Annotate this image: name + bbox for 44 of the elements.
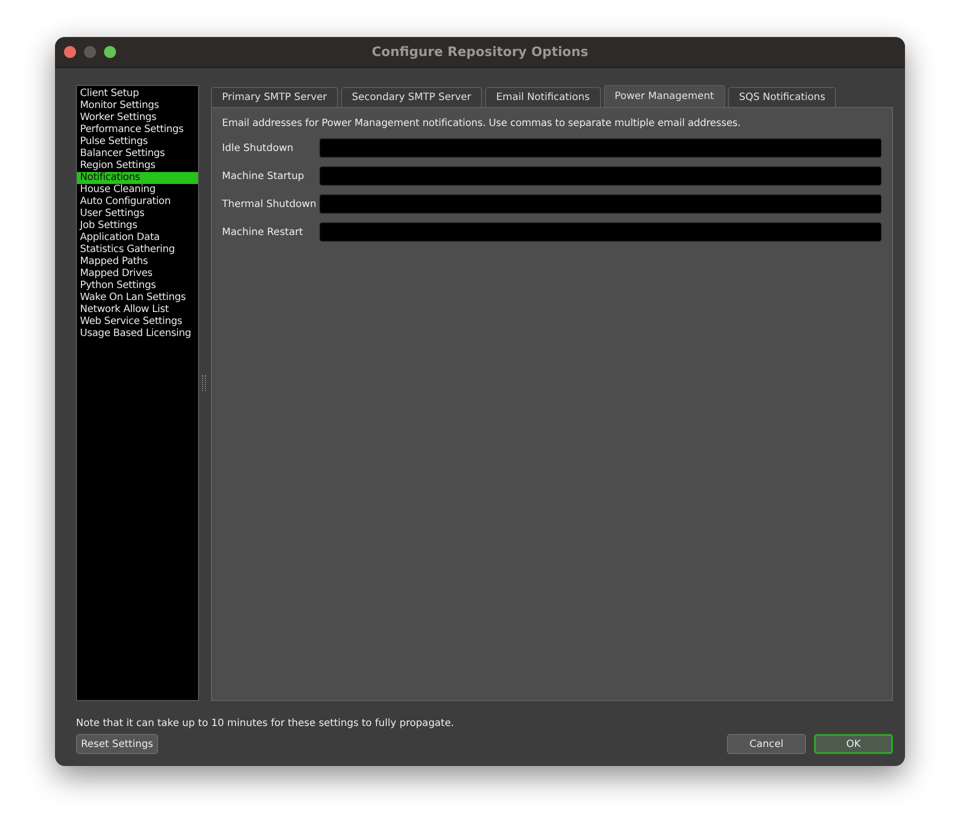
field-label: Machine Startup	[222, 170, 306, 182]
field-label: Idle Shutdown	[222, 142, 294, 154]
sidebar-item[interactable]: Notifications	[77, 172, 198, 184]
input-field[interactable]	[319, 222, 882, 242]
note-text: Note that it can take up to 10 minutes for these settings to fully propagate.	[76, 718, 456, 729]
tab[interactable]: Email Notifications	[485, 87, 601, 107]
sidebar-item[interactable]: Network Allow List	[77, 304, 198, 316]
tab[interactable]: Primary SMTP Server	[211, 87, 338, 107]
sidebar-item[interactable]: Application Data	[77, 232, 198, 244]
sidebar-item[interactable]: Pulse Settings	[77, 136, 198, 148]
zoom-button[interactable]	[104, 46, 116, 58]
sidebar-item[interactable]: Region Settings	[77, 160, 198, 172]
tab[interactable]: Secondary SMTP Server	[340, 87, 482, 107]
sidebar-item[interactable]: House Cleaning	[77, 184, 198, 196]
sidebar-item[interactable]: Auto Configuration	[77, 196, 198, 208]
window-title: Configure Repository Options	[372, 44, 588, 60]
field-label: Machine Restart	[222, 226, 304, 238]
sidebar-item[interactable]: Wake On Lan Settings	[77, 292, 198, 304]
sidebar-item[interactable]: Client Setup	[77, 88, 198, 100]
tab[interactable]: SQS Notifications	[728, 87, 836, 107]
sidebar-item[interactable]: Mapped Drives	[77, 268, 198, 280]
description-text: Email addresses for Power Management notifications. Use commas to separate multiple email addresses.	[222, 118, 742, 129]
sidebar-item[interactable]: Monitor Settings	[77, 100, 198, 112]
sidebar-item[interactable]: Python Settings	[77, 280, 198, 292]
close-button[interactable]	[64, 46, 76, 58]
sidebar-item[interactable]: Statistics Gathering	[77, 244, 198, 256]
default-button[interactable]: OK	[814, 734, 893, 754]
sidebar-item[interactable]: Mapped Paths	[77, 256, 198, 268]
sidebar-item[interactable]: Job Settings	[77, 220, 198, 232]
input-field[interactable]	[319, 138, 882, 158]
input-field[interactable]	[319, 166, 882, 186]
button[interactable]: Reset Settings	[76, 734, 158, 754]
input-field[interactable]	[319, 194, 882, 214]
sidebar-item[interactable]: Worker Settings	[77, 112, 198, 124]
splitter-handle[interactable]	[202, 375, 206, 391]
sidebar-item[interactable]: Usage Based Licensing	[77, 328, 198, 340]
sidebar-item[interactable]: Balancer Settings	[77, 148, 198, 160]
sidebar-item[interactable]: Web Service Settings	[77, 316, 198, 328]
button[interactable]: Cancel	[727, 734, 806, 754]
sidebar-item[interactable]: User Settings	[77, 208, 198, 220]
sidebar-item[interactable]: Performance Settings	[77, 124, 198, 136]
minimize-button[interactable]	[84, 46, 96, 58]
field-label: Thermal Shutdown	[222, 198, 318, 210]
tab[interactable]: Power Management	[604, 85, 725, 107]
